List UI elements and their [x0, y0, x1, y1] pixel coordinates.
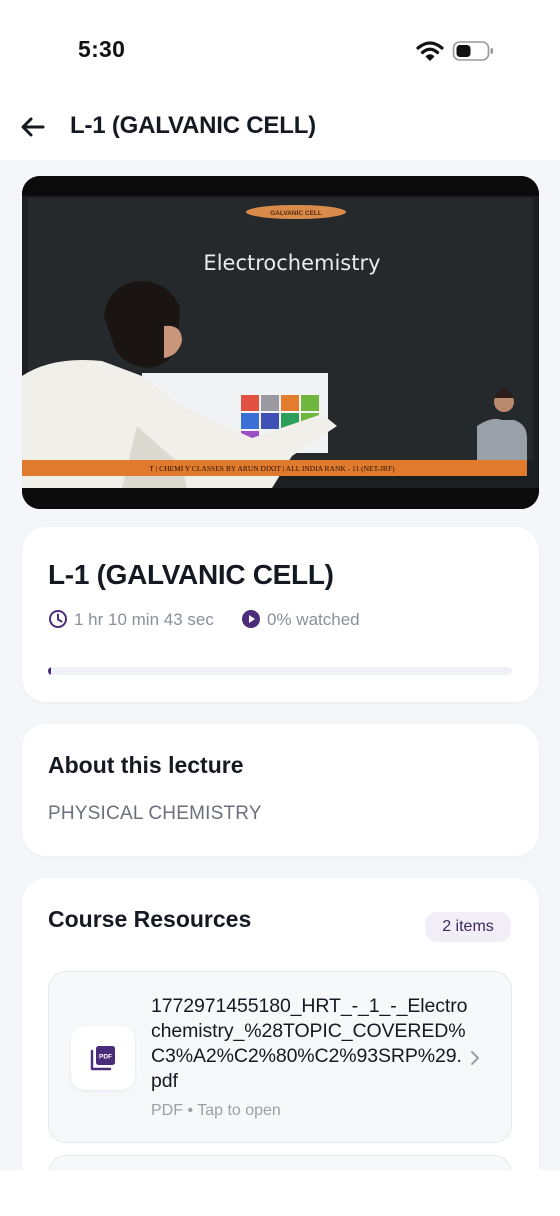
page-title: L-1 (GALVANIC CELL)	[70, 112, 316, 139]
video-frame: GALVANIC CELL Electrochemistry T | CHEMI…	[22, 176, 539, 509]
watch-progress-bar	[48, 667, 512, 675]
resource-file-name: 1772971455180_HRT_-_1_-_Electrochemistry…	[151, 995, 468, 1092]
pdf-file-tile: PDF	[71, 1026, 135, 1090]
about-heading: About this lecture	[48, 752, 244, 778]
lecture-subject: PHYSICAL CHEMISTRY	[48, 803, 262, 824]
svg-text:PDF: PDF	[99, 1054, 112, 1061]
lecture-duration: 1 hr 10 min 43 sec	[74, 610, 214, 629]
course-resources-card: Course Resources 2 items PDF 17729714551…	[22, 878, 539, 1216]
video-player[interactable]: GALVANIC CELL Electrochemistry T | CHEMI…	[22, 176, 539, 509]
bottom-safe-area	[0, 1170, 560, 1216]
clock-icon	[49, 610, 67, 628]
wifi-icon	[416, 41, 444, 61]
back-arrow-icon[interactable]	[18, 112, 48, 142]
status-time: 5:30	[78, 36, 126, 62]
resource-item[interactable]: PDF 1772971455180_HRT_-_1_-_Electrochemi…	[48, 971, 512, 1143]
chevron-right-icon	[471, 1051, 479, 1065]
lecture-title: L-1 (GALVANIC CELL)	[48, 559, 334, 590]
watch-progress-fill	[48, 667, 51, 675]
watched-status: 0% watched	[267, 610, 360, 629]
video-ticker: T | CHEMI Y CLASSES BY ARUN DIXIT | ALL …	[149, 464, 395, 473]
resources-heading: Course Resources	[48, 906, 252, 932]
resource-file-meta: PDF • Tap to open	[151, 1102, 281, 1119]
play-circle-icon	[242, 610, 260, 628]
app-header: L-1 (GALVANIC CELL)	[0, 100, 560, 160]
lecture-page: 5:30 L-1 (GALVANIC CELL) GALVANIC CELL E…	[0, 0, 560, 1216]
battery-icon	[452, 41, 493, 61]
items-count-badge: 2 items	[425, 912, 511, 942]
status-bar: 5:30	[0, 0, 560, 100]
about-card: About this lecture PHYSICAL CHEMISTRY	[22, 724, 539, 856]
video-banner: GALVANIC CELL	[270, 210, 322, 217]
video-board-title: Electrochemistry	[203, 251, 380, 275]
pdf-icon: PDF	[90, 1046, 115, 1071]
